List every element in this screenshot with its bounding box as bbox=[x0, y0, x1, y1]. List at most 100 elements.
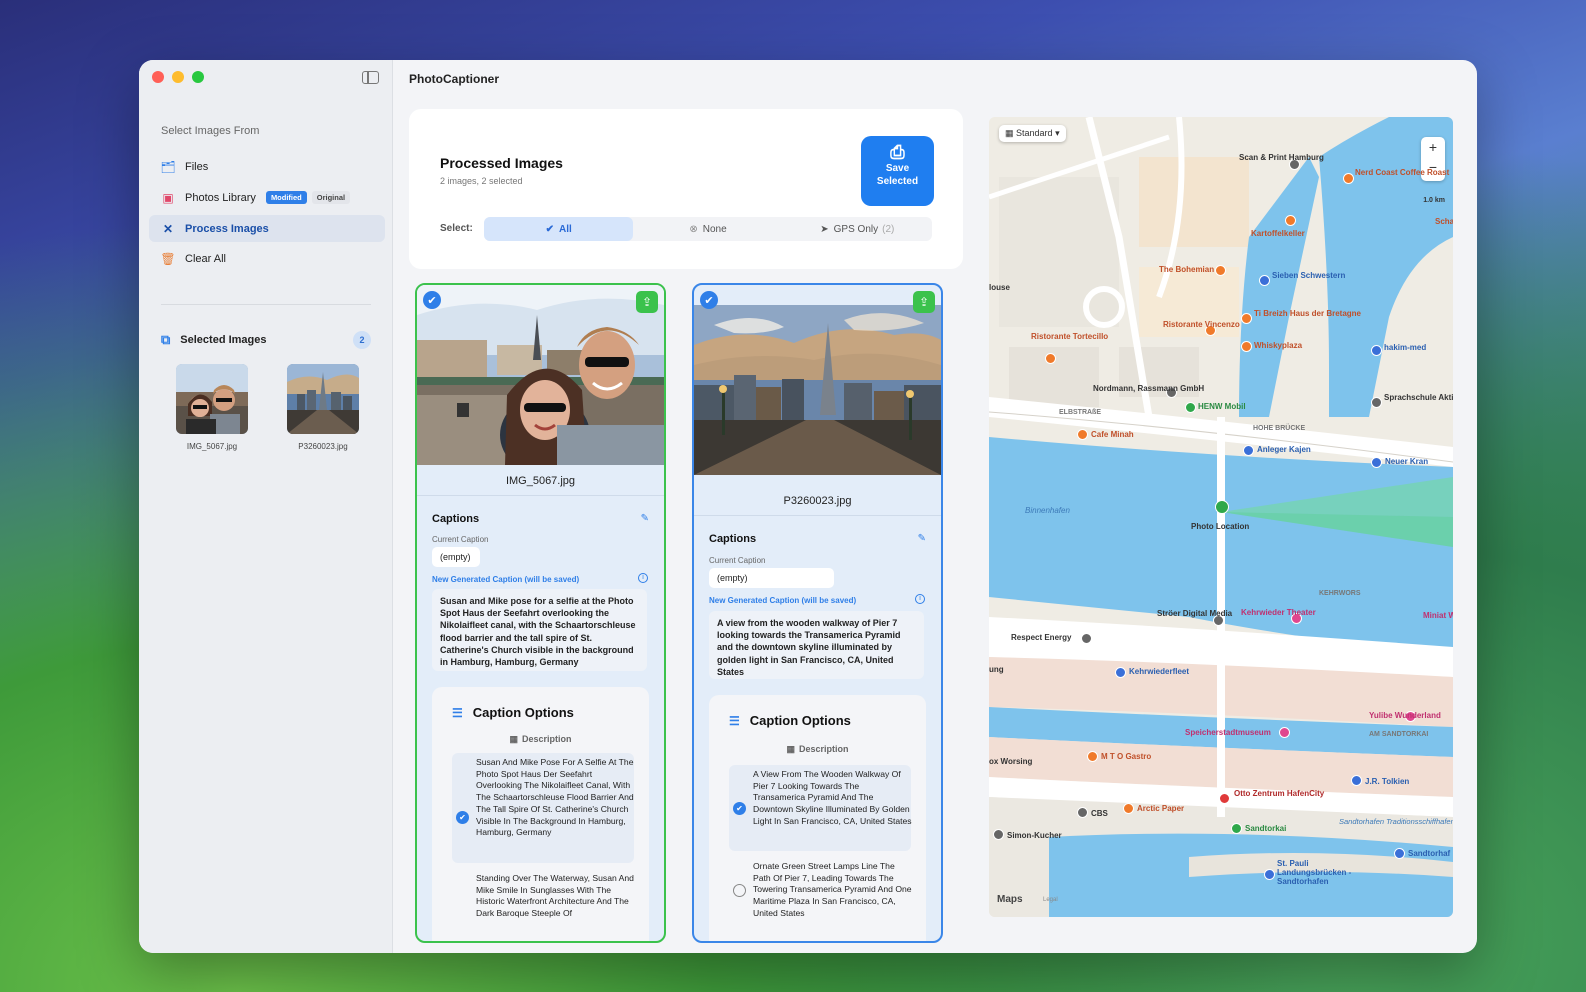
map-pin[interactable] bbox=[1081, 633, 1092, 644]
map-style-picker[interactable]: ▦ Standard ▾ bbox=[999, 125, 1066, 142]
current-caption-label: Current Caption bbox=[432, 535, 489, 544]
captions-title: Captions bbox=[709, 533, 757, 545]
sidebar-item-files[interactable]: 🗂 Files bbox=[149, 153, 385, 180]
option-2-radio[interactable] bbox=[733, 884, 746, 897]
map-pin[interactable] bbox=[1115, 667, 1126, 678]
caption-options-card: ☰ Caption Options ▦ Description ✔ Susan A… bbox=[432, 687, 649, 941]
image-card-img-5067[interactable]: ✔ ⇪ IMG_5067.jpg Captions ✎ Current Capt… bbox=[415, 283, 666, 943]
map-pin[interactable] bbox=[1371, 397, 1382, 408]
zoom-in-button[interactable]: + bbox=[1421, 137, 1445, 157]
sidebar-item-process-images[interactable]: ✕ Process Images bbox=[149, 215, 385, 242]
zoom-window-button[interactable] bbox=[192, 71, 204, 83]
map-pin[interactable] bbox=[1351, 775, 1362, 786]
map-pin[interactable] bbox=[1077, 807, 1088, 818]
street-label: ELBSTRAßE bbox=[1059, 409, 1101, 416]
modified-badge[interactable]: Modified bbox=[265, 191, 307, 204]
caption-options-title: Caption Options bbox=[749, 713, 851, 728]
map-pin[interactable] bbox=[1231, 823, 1242, 834]
upload-icon[interactable]: ⇪ bbox=[636, 291, 658, 313]
map-label: Binnenhafen bbox=[1025, 506, 1070, 515]
pencil-icon[interactable]: ✎ bbox=[918, 533, 926, 544]
map-pin[interactable] bbox=[1259, 275, 1270, 286]
option-1-radio[interactable]: ✔ bbox=[733, 802, 746, 815]
window-controls bbox=[152, 71, 204, 83]
photos-icon: ▣ bbox=[162, 190, 174, 205]
images-icon: ⧉ bbox=[161, 332, 171, 347]
map-pin[interactable] bbox=[1241, 313, 1252, 324]
map-label: Otto Zentrum HafenCity bbox=[1234, 789, 1325, 798]
caption-option-2[interactable]: Ornate Green Street Lamps Line The Path … bbox=[753, 861, 913, 920]
caption-option-1[interactable]: A View From The Wooden Walkway Of Pier 7… bbox=[753, 769, 913, 828]
map-pin[interactable] bbox=[1123, 803, 1134, 814]
caption-option-1[interactable]: Susan And Mike Pose For A Selfie At The … bbox=[476, 757, 636, 839]
street-label: AM SANDTORKAI bbox=[1369, 731, 1429, 738]
map-label: Nordmann, Rassmann GmbH bbox=[1093, 384, 1205, 393]
thumbnail-img-5067[interactable] bbox=[176, 364, 248, 434]
select-none-segment[interactable]: ⊗ None bbox=[633, 217, 782, 241]
map-view[interactable]: ▦ Standard ▾ + − 1.0 km Scan & Print Ham… bbox=[989, 117, 1453, 917]
minimize-window-button[interactable] bbox=[172, 71, 184, 83]
upload-icon[interactable]: ⇪ bbox=[913, 291, 935, 313]
save-selected-button[interactable]: ⎙ Save Selected bbox=[861, 136, 934, 206]
thumbnail-p3260023[interactable] bbox=[287, 364, 359, 434]
list-icon: ☰ bbox=[729, 713, 740, 728]
sidebar-toggle-icon[interactable] bbox=[362, 71, 379, 84]
map-pin[interactable] bbox=[1285, 215, 1296, 226]
selected-checkmark-icon[interactable]: ✔ bbox=[423, 291, 441, 309]
description-label: ▦ Description bbox=[509, 734, 572, 744]
map-pin[interactable] bbox=[1219, 793, 1230, 804]
map-pin[interactable] bbox=[1371, 457, 1382, 468]
map-pin[interactable] bbox=[1243, 445, 1254, 456]
save-icon: ⎙ bbox=[890, 142, 905, 162]
map-pin[interactable] bbox=[1279, 727, 1290, 738]
checkmark-circle-icon: ✔ bbox=[545, 223, 554, 235]
map-label: Kehrwieder Theater bbox=[1241, 608, 1316, 617]
map-pin[interactable] bbox=[993, 829, 1004, 840]
close-window-button[interactable] bbox=[152, 71, 164, 83]
option-1-radio[interactable]: ✔ bbox=[456, 811, 469, 824]
map-pin[interactable] bbox=[1077, 429, 1088, 440]
sidebar-item-photos-library[interactable]: ▣ Photos Library Modified Original bbox=[149, 184, 385, 211]
map-pin[interactable] bbox=[1343, 173, 1354, 184]
map-pin[interactable] bbox=[1264, 869, 1275, 880]
info-icon[interactable]: i bbox=[638, 573, 648, 583]
x-circle-icon: ⊗ bbox=[689, 223, 698, 235]
pencil-icon[interactable]: ✎ bbox=[641, 513, 649, 524]
generated-caption-text[interactable]: A view from the wooden walkway of Pier 7… bbox=[709, 611, 924, 679]
select-gps-only-segment[interactable]: ➤ GPS Only (2) bbox=[783, 217, 932, 241]
map-label: Ristorante Vincenzo bbox=[1163, 320, 1240, 329]
current-caption-value[interactable]: (empty) bbox=[709, 568, 834, 588]
generated-caption-text[interactable]: Susan and Mike pose for a selfie at the … bbox=[432, 589, 647, 671]
map-label: Anleger Kajen bbox=[1257, 445, 1311, 454]
select-all-segment[interactable]: ✔ All bbox=[484, 217, 634, 241]
map-pin[interactable] bbox=[1045, 353, 1056, 364]
sidebar-item-clear-all[interactable]: 🗑 Clear All bbox=[149, 245, 385, 272]
wand-icon: ✕ bbox=[162, 221, 174, 236]
map-label: Photo Location bbox=[1191, 522, 1250, 531]
map-pin[interactable] bbox=[1241, 341, 1252, 352]
legal-link[interactable]: Legal bbox=[1043, 897, 1058, 903]
info-icon[interactable]: i bbox=[915, 594, 925, 604]
map-pin[interactable] bbox=[1215, 265, 1226, 276]
sidebar-item-label: Files bbox=[185, 160, 209, 173]
map-label: M T O Gastro bbox=[1101, 752, 1152, 761]
caption-option-2[interactable]: Standing Over The Waterway, Susan And Mi… bbox=[476, 873, 636, 920]
map-pin[interactable] bbox=[1185, 402, 1196, 413]
map-label: Respect Energy bbox=[1011, 633, 1072, 642]
map-label: Kartoffelkeller bbox=[1251, 229, 1305, 238]
photo-img-5067 bbox=[417, 285, 664, 465]
selected-checkmark-icon[interactable]: ✔ bbox=[700, 291, 718, 309]
building-icon: ▦ bbox=[509, 734, 518, 744]
selected-images-title: Selected Images bbox=[180, 334, 267, 346]
map-label: hakim-med bbox=[1384, 343, 1427, 352]
select-none-label: None bbox=[702, 223, 727, 235]
image-card-p3260023[interactable]: ✔ ⇪ P3260023.jpg Captions ✎ Current Capt… bbox=[692, 283, 943, 943]
map-pin[interactable] bbox=[1371, 345, 1382, 356]
building-icon: ▦ bbox=[786, 744, 795, 754]
map-label: Neuer Kran bbox=[1385, 457, 1429, 466]
map-pin[interactable] bbox=[1394, 848, 1405, 859]
new-caption-label: New Generated Caption (will be saved) bbox=[432, 575, 580, 584]
original-badge[interactable]: Original bbox=[311, 191, 351, 204]
map-pin[interactable] bbox=[1087, 751, 1098, 762]
photo-location-pin[interactable] bbox=[1215, 500, 1229, 514]
